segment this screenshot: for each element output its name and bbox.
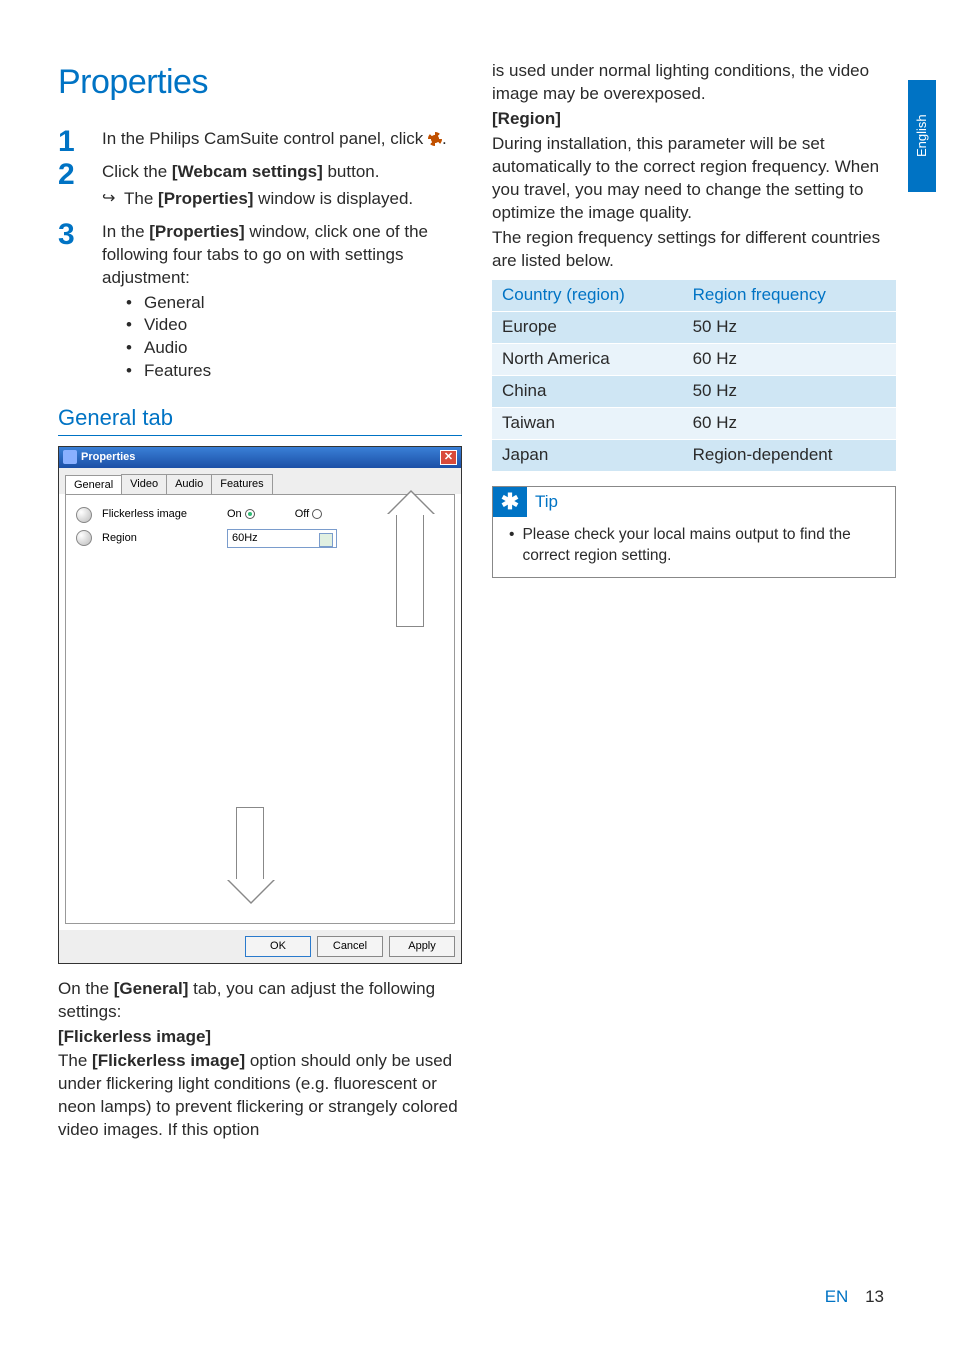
bullet: Video — [126, 314, 462, 337]
row-label: Flickerless image — [102, 507, 217, 522]
footer-lang: EN — [825, 1287, 849, 1306]
window-title: Properties — [81, 450, 135, 465]
continuation-text: is used under normal lighting conditions… — [492, 60, 896, 106]
cancel-button[interactable]: Cancel — [317, 936, 383, 957]
cell: Taiwan — [492, 408, 683, 440]
properties-window: Properties ✕ General Video Audio Feature… — [58, 446, 462, 964]
button-row: OK Cancel Apply — [59, 930, 461, 963]
tip-body: Please check your local mains output to … — [493, 517, 895, 577]
bullet: Features — [126, 360, 462, 383]
language-tab[interactable]: English — [908, 80, 936, 192]
radio-off-label[interactable]: Off — [295, 507, 322, 522]
tab-features[interactable]: Features — [211, 474, 272, 494]
page-footer: EN 13 — [825, 1286, 884, 1309]
right-column: is used under normal lighting conditions… — [492, 60, 896, 1144]
table-row: Europe50 Hz — [492, 312, 896, 344]
row-region: Region 60Hz — [76, 529, 444, 548]
step-text: button. — [323, 162, 380, 181]
annotation-arrow-down — [236, 807, 264, 887]
table-row: China50 Hz — [492, 376, 896, 408]
table-head-freq: Region frequency — [683, 280, 896, 311]
region-dropdown[interactable]: 60Hz — [227, 529, 337, 548]
tip-header: ✱ Tip — [493, 487, 895, 517]
text-bold: [Flickerless image] — [92, 1051, 245, 1070]
cell: Region-dependent — [683, 440, 896, 472]
step-1: In the Philips CamSuite control panel, c… — [58, 128, 462, 151]
step-text: In the — [102, 222, 149, 241]
bullet: Audio — [126, 337, 462, 360]
below-window-text: On the [General] tab, you can adjust the… — [58, 978, 462, 1143]
cell: Europe — [492, 312, 683, 344]
cell: 60 Hz — [683, 344, 896, 376]
cell: 50 Hz — [683, 376, 896, 408]
app-icon — [63, 450, 77, 464]
step-3: In the [Properties] window, click one of… — [58, 221, 462, 384]
step-text: Click the — [102, 162, 172, 181]
cell: North America — [492, 344, 683, 376]
window-titlebar: Properties ✕ — [59, 447, 461, 468]
region-para-1: During installation, this parameter will… — [492, 133, 896, 225]
apply-button[interactable]: Apply — [389, 936, 455, 957]
footer-page-number: 13 — [865, 1287, 884, 1306]
step-bullets: General Video Audio Features — [102, 292, 462, 384]
gear-icon — [428, 132, 442, 146]
text: On the — [58, 979, 114, 998]
ok-button[interactable]: OK — [245, 936, 311, 957]
table-row: Taiwan60 Hz — [492, 408, 896, 440]
cell: Japan — [492, 440, 683, 472]
section-heading-general-tab: General tab — [58, 403, 462, 436]
region-icon — [76, 530, 92, 546]
left-column: Properties In the Philips CamSuite contr… — [58, 60, 462, 1144]
table-row: North America60 Hz — [492, 344, 896, 376]
radio-on[interactable] — [245, 509, 255, 519]
tip-box: ✱ Tip Please check your local mains outp… — [492, 486, 896, 578]
tab-general[interactable]: General — [65, 475, 122, 495]
region-para-2: The region frequency settings for differ… — [492, 227, 896, 273]
annotation-arrow-up — [396, 507, 424, 627]
step-result: The [Properties] window is displayed. — [102, 188, 462, 211]
text-bold: [General] — [114, 979, 189, 998]
step-2: Click the [Webcam settings] button. The … — [58, 161, 462, 211]
step-text: The — [124, 189, 158, 208]
step-bold: [Properties] — [149, 222, 244, 241]
cell: China — [492, 376, 683, 408]
step-text: In the Philips CamSuite control panel, c… — [102, 129, 428, 148]
step-bold: [Webcam settings] — [172, 162, 323, 181]
tab-video[interactable]: Video — [121, 474, 167, 494]
radio-off[interactable] — [312, 509, 322, 519]
flicker-icon — [76, 507, 92, 523]
table-head-country: Country (region) — [492, 280, 683, 311]
step-text: window is displayed. — [253, 189, 413, 208]
tip-label: Tip — [527, 491, 558, 514]
row-label: Region — [102, 531, 217, 546]
radio-on-label[interactable]: On — [227, 507, 255, 522]
flickerless-heading: [Flickerless image] — [58, 1026, 462, 1049]
close-icon[interactable]: ✕ — [440, 450, 457, 465]
cell: 60 Hz — [683, 408, 896, 440]
steps-list: In the Philips CamSuite control panel, c… — [58, 128, 462, 383]
text: The — [58, 1051, 92, 1070]
cell: 50 Hz — [683, 312, 896, 344]
tab-audio[interactable]: Audio — [166, 474, 212, 494]
region-heading: [Region] — [492, 108, 896, 131]
bullet: General — [126, 292, 462, 315]
tip-icon: ✱ — [493, 487, 527, 517]
table-row: JapanRegion-dependent — [492, 440, 896, 472]
tab-body: Flickerless image On Off Region 60Hz — [65, 494, 455, 924]
step-text: . — [442, 129, 447, 148]
page-title: Properties — [58, 60, 462, 106]
step-bold: [Properties] — [158, 189, 253, 208]
tip-text: Please check your local mains output to … — [522, 525, 885, 567]
region-frequency-table: Country (region) Region frequency Europe… — [492, 280, 896, 472]
